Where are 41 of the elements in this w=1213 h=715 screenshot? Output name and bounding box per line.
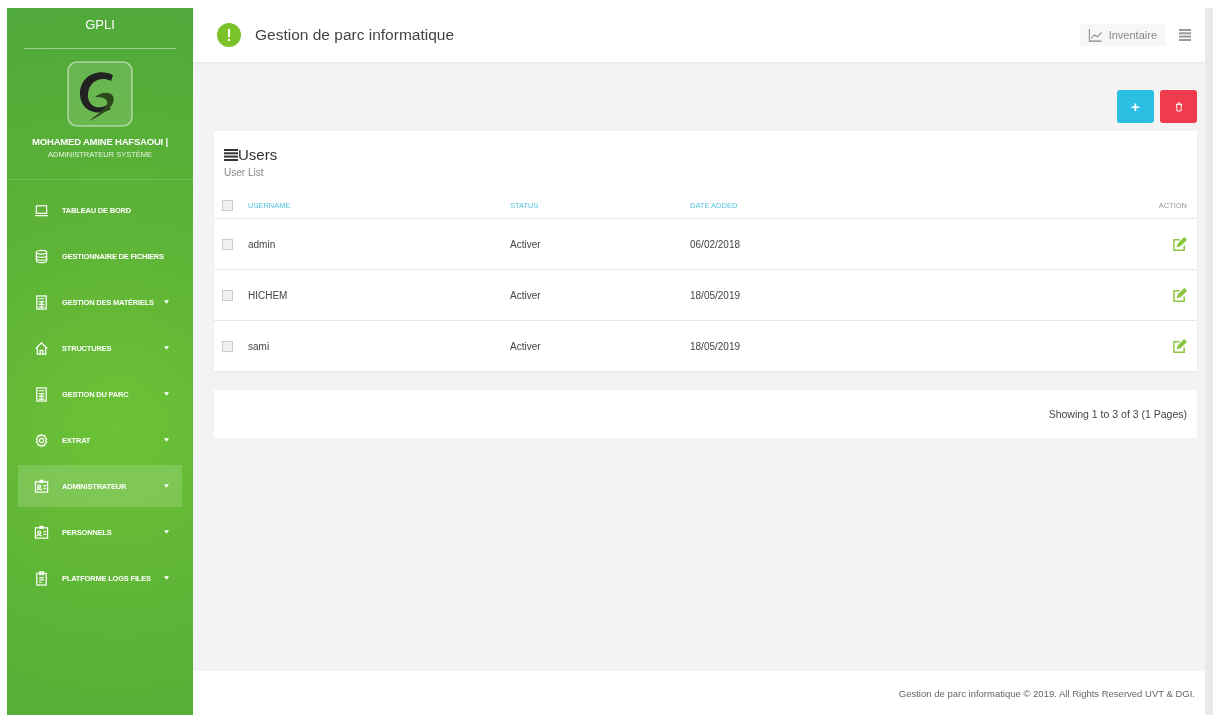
inventory-link[interactable]: Inventaire — [1079, 24, 1165, 46]
row-checkbox[interactable] — [222, 340, 233, 352]
chart-icon — [1087, 28, 1103, 42]
add-button[interactable]: + — [1117, 90, 1154, 123]
laptop-icon — [34, 202, 49, 218]
user-name: MOHAMED AMINE HAFSAOUI | — [32, 136, 168, 147]
edit-icon[interactable] — [1172, 338, 1187, 354]
edit-icon[interactable] — [1172, 287, 1187, 303]
row-checkbox[interactable] — [222, 289, 233, 301]
table-cell: 18/05/2019 — [689, 320, 979, 371]
id-badge-icon — [34, 524, 49, 540]
table-cell: HICHEM — [247, 269, 509, 321]
table-cell: Activer — [509, 320, 689, 371]
table-cell: 18/05/2019 — [689, 269, 979, 321]
edit-icon[interactable] — [1172, 236, 1187, 252]
house-icon — [34, 340, 49, 356]
clipboard-icon — [34, 570, 49, 586]
settings-icon — [34, 432, 49, 448]
calculator-icon — [34, 386, 49, 402]
card-title: Users — [238, 146, 278, 163]
table-cell: admin — [247, 218, 509, 270]
menu-icon[interactable] — [1179, 29, 1191, 41]
pagination-info: Showing 1 to 3 of 3 (1 Pages) — [1048, 408, 1187, 420]
table-cell: Activer — [509, 269, 689, 321]
list-icon — [224, 148, 238, 161]
brand-name: GPLI — [24, 8, 176, 49]
calculator-icon — [34, 294, 49, 310]
table-cell: Activer — [509, 218, 689, 270]
trash-icon — [1174, 101, 1183, 112]
footer-text: Gestion de parc informatique © 2019. All Rights Reserved UVT & DGI. — [898, 687, 1195, 699]
table-cell: 06/02/2018 — [689, 218, 979, 270]
card-subtitle: User List — [224, 167, 265, 178]
page-title: Gestion de parc informatique — [255, 26, 455, 44]
select-all-checkbox[interactable] — [222, 199, 233, 211]
table-cell: sami — [247, 320, 509, 371]
alert-icon — [217, 23, 241, 47]
database-icon — [34, 248, 49, 264]
delete-button[interactable] — [1160, 90, 1197, 123]
id-badge-icon — [34, 478, 49, 494]
row-checkbox[interactable] — [222, 238, 233, 250]
logo-icon — [67, 61, 133, 127]
